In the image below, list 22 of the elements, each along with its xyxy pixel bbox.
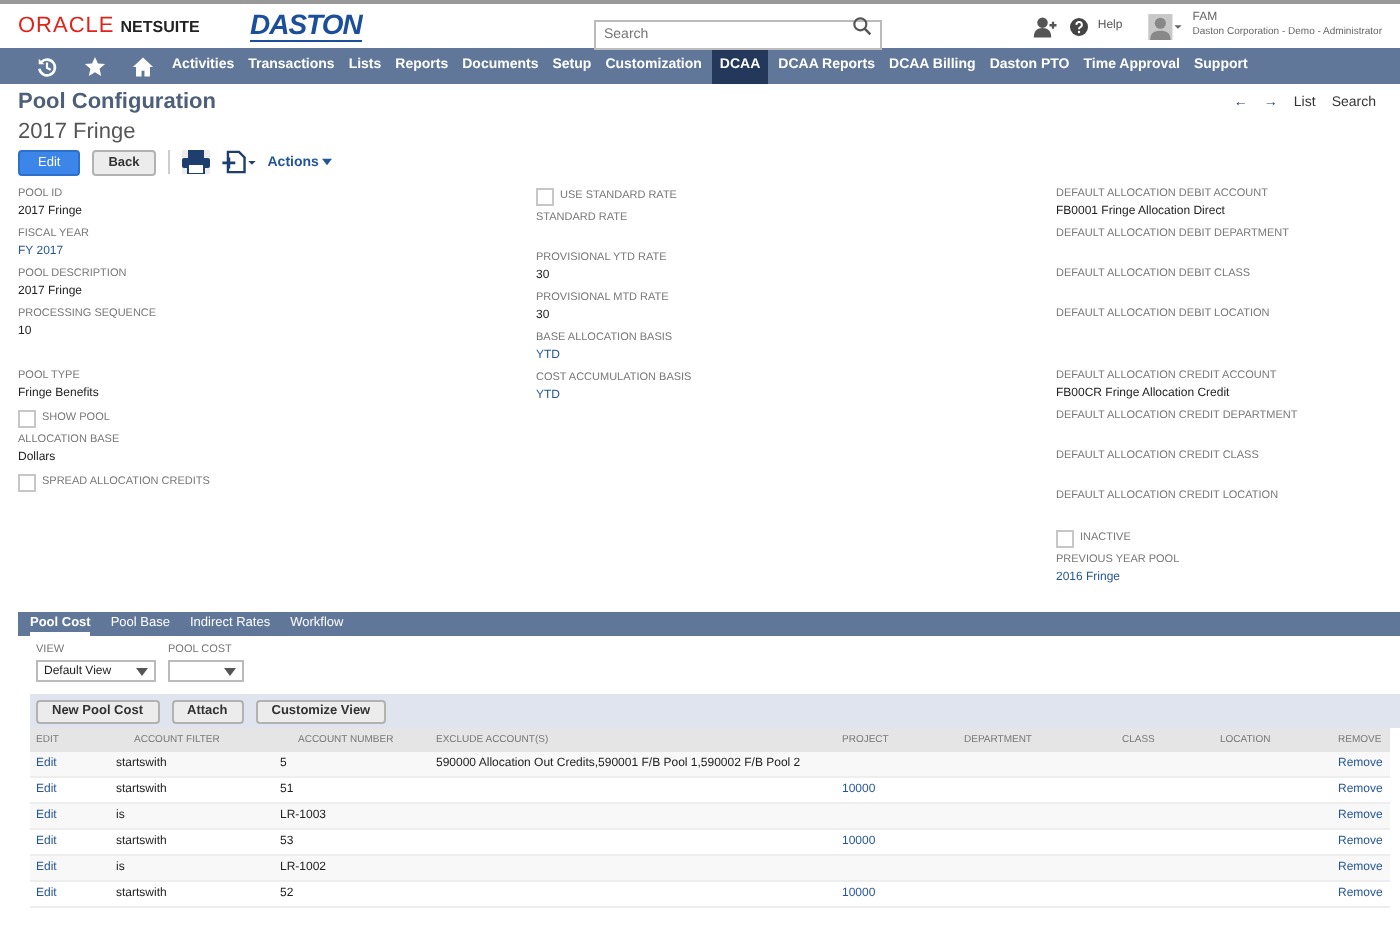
oracle-logo: ORACLE (18, 14, 115, 38)
caret-icon (322, 158, 333, 166)
contact-add-icon[interactable] (1031, 15, 1060, 37)
checkbox[interactable] (536, 187, 554, 205)
caret-icon (224, 667, 236, 675)
home-icon[interactable] (132, 55, 154, 77)
page-title: Pool Configuration (18, 90, 216, 114)
checkbox[interactable] (18, 473, 36, 491)
checkbox[interactable] (18, 409, 36, 427)
caret-icon (136, 667, 148, 675)
recent-history-icon[interactable] (36, 55, 58, 77)
checkbox[interactable] (1056, 529, 1074, 547)
print-icon[interactable] (181, 150, 210, 174)
company-logo: DASTON (250, 8, 365, 44)
filter-dropdown[interactable] (168, 660, 244, 682)
record-name: 2017 Fringe (18, 120, 138, 144)
new-document-icon[interactable] (221, 150, 256, 174)
star-icon[interactable] (84, 55, 106, 77)
search-icon (852, 16, 872, 36)
user-avatar-icon[interactable] (1148, 13, 1183, 39)
help-icon[interactable] (1069, 17, 1088, 35)
netsuite-logo: NETSUITE (120, 18, 200, 36)
